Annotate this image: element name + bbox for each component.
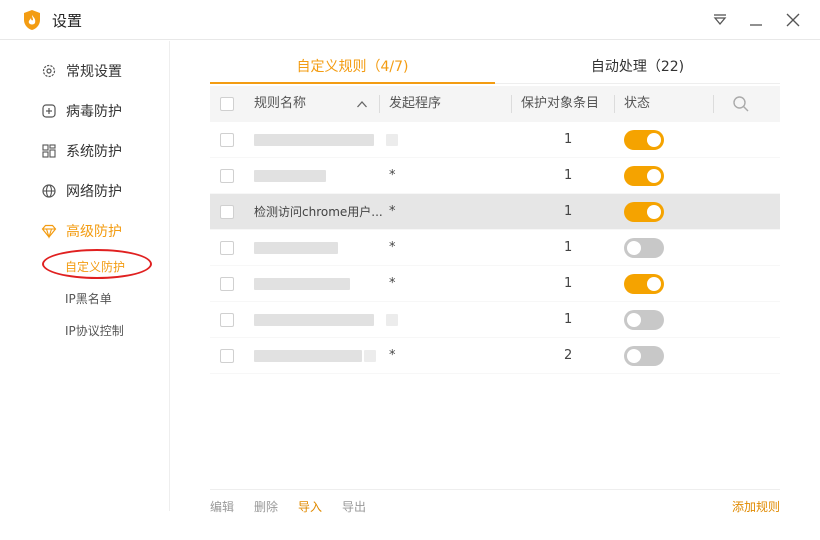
redacted-text [254,134,374,146]
column-separator [614,95,615,113]
row-checkbox[interactable] [220,241,234,255]
table-row[interactable]: * 1 [210,266,780,302]
table-row[interactable]: 1 [210,302,780,338]
column-header-program[interactable]: 发起程序 [389,86,441,122]
add-rule-button[interactable]: 添加规则 [732,498,780,515]
close-icon[interactable] [783,10,803,30]
select-all-checkbox[interactable] [220,97,234,111]
rule-program [389,122,499,158]
status-toggle[interactable] [624,274,664,294]
rule-count: 1 [564,204,573,219]
sidebar-subitem-ip-protocol[interactable]: IP协议控制 [65,322,124,339]
rule-count: 2 [564,348,573,363]
table-row[interactable]: 检测访问chrome用户... * 1 [210,194,780,230]
table-row[interactable]: * 1 [210,158,780,194]
shield-flame-logo-icon [24,10,40,30]
rule-count: 1 [564,240,573,255]
status-toggle[interactable] [624,346,664,366]
sort-ascending-icon[interactable] [356,99,368,109]
status-toggle[interactable] [624,130,664,150]
annotation-ellipse [42,249,152,279]
sidebar-item-network[interactable]: 网络防护 [40,179,122,203]
import-button[interactable]: 导入 [298,498,322,515]
edit-button[interactable]: 编辑 [210,498,234,515]
row-checkbox[interactable] [220,205,234,219]
rule-count: 1 [564,132,573,147]
column-header-count[interactable]: 保护对象条目 [521,86,599,122]
redacted-text [254,170,326,182]
redacted-text [254,350,362,362]
rules-table: 规则名称 发起程序 保护对象条目 状态 1 * 1 检测访问chrome用户..… [210,86,780,374]
toggle-knob [647,133,661,147]
sidebar-item-label: 常规设置 [66,64,122,80]
plus-box-icon [40,102,58,120]
status-toggle[interactable] [624,166,664,186]
sidebar-item-virus[interactable]: 病毒防护 [40,99,122,123]
redacted-text [254,242,338,254]
toggle-knob [647,277,661,291]
row-checkbox[interactable] [220,169,234,183]
tab-auto-handling[interactable]: 自动处理（22) [495,52,780,84]
sidebar-item-general[interactable]: 常规设置 [40,59,122,83]
sidebar-item-label: 高级防护 [66,224,122,240]
rule-program [389,302,499,338]
delete-button[interactable]: 删除 [254,498,278,515]
row-checkbox[interactable] [220,349,234,363]
gear-icon [40,62,58,80]
rule-program: * [389,240,396,255]
table-row[interactable]: * 2 [210,338,780,374]
footer-toolbar: 编辑 删除 导入 导出 添加规则 [210,489,780,519]
toggle-knob [647,169,661,183]
rule-name: 检测访问chrome用户... [254,205,383,219]
rule-count: 1 [564,312,573,327]
rule-program: * [389,204,396,219]
minimize-icon[interactable] [746,10,766,30]
status-toggle[interactable] [624,202,664,222]
table-header: 规则名称 发起程序 保护对象条目 状态 [210,86,780,122]
tab-custom-rules[interactable]: 自定义规则（4/7) [210,52,495,84]
menu-dropdown-icon[interactable] [710,10,730,30]
toggle-knob [627,313,641,327]
window-title: 设置 [52,12,83,30]
grid-icon [40,142,58,160]
diamond-icon [40,222,58,240]
rule-program: * [389,348,396,363]
status-toggle[interactable] [624,310,664,330]
toggle-knob [647,205,661,219]
export-button[interactable]: 导出 [342,498,366,515]
redacted-text [254,278,350,290]
sidebar-item-label: 病毒防护 [66,104,122,120]
column-header-name[interactable]: 规则名称 [254,86,306,122]
column-header-status[interactable]: 状态 [624,86,650,122]
column-separator [713,95,714,113]
sidebar-subitem-ip-blacklist[interactable]: IP黑名单 [65,290,112,307]
rule-count: 1 [564,168,573,183]
sidebar-item-label: 系统防护 [66,144,122,160]
row-checkbox[interactable] [220,313,234,327]
rule-program: * [389,168,396,183]
sidebar: 常规设置 病毒防护 系统防护 网络防护 高级防护 自定义防护 IP黑名单 IP协… [0,41,170,511]
rule-program: * [389,276,396,291]
toggle-knob [627,349,641,363]
table-row[interactable]: * 1 [210,230,780,266]
column-separator [379,95,380,113]
tab-bar: 自定义规则（4/7) 自动处理（22) [210,52,780,84]
row-checkbox[interactable] [220,133,234,147]
redacted-text [364,350,376,362]
title-bar: 设置 [0,0,820,40]
redacted-text [254,314,374,326]
toggle-knob [627,241,641,255]
globe-icon [40,182,58,200]
status-toggle[interactable] [624,238,664,258]
sidebar-item-label: 网络防护 [66,184,122,200]
row-checkbox[interactable] [220,277,234,291]
column-separator [511,95,512,113]
search-icon[interactable] [732,95,750,113]
sidebar-item-system[interactable]: 系统防护 [40,139,122,163]
table-row[interactable]: 1 [210,122,780,158]
rule-count: 1 [564,276,573,291]
sidebar-item-advanced[interactable]: 高级防护 [40,219,122,243]
